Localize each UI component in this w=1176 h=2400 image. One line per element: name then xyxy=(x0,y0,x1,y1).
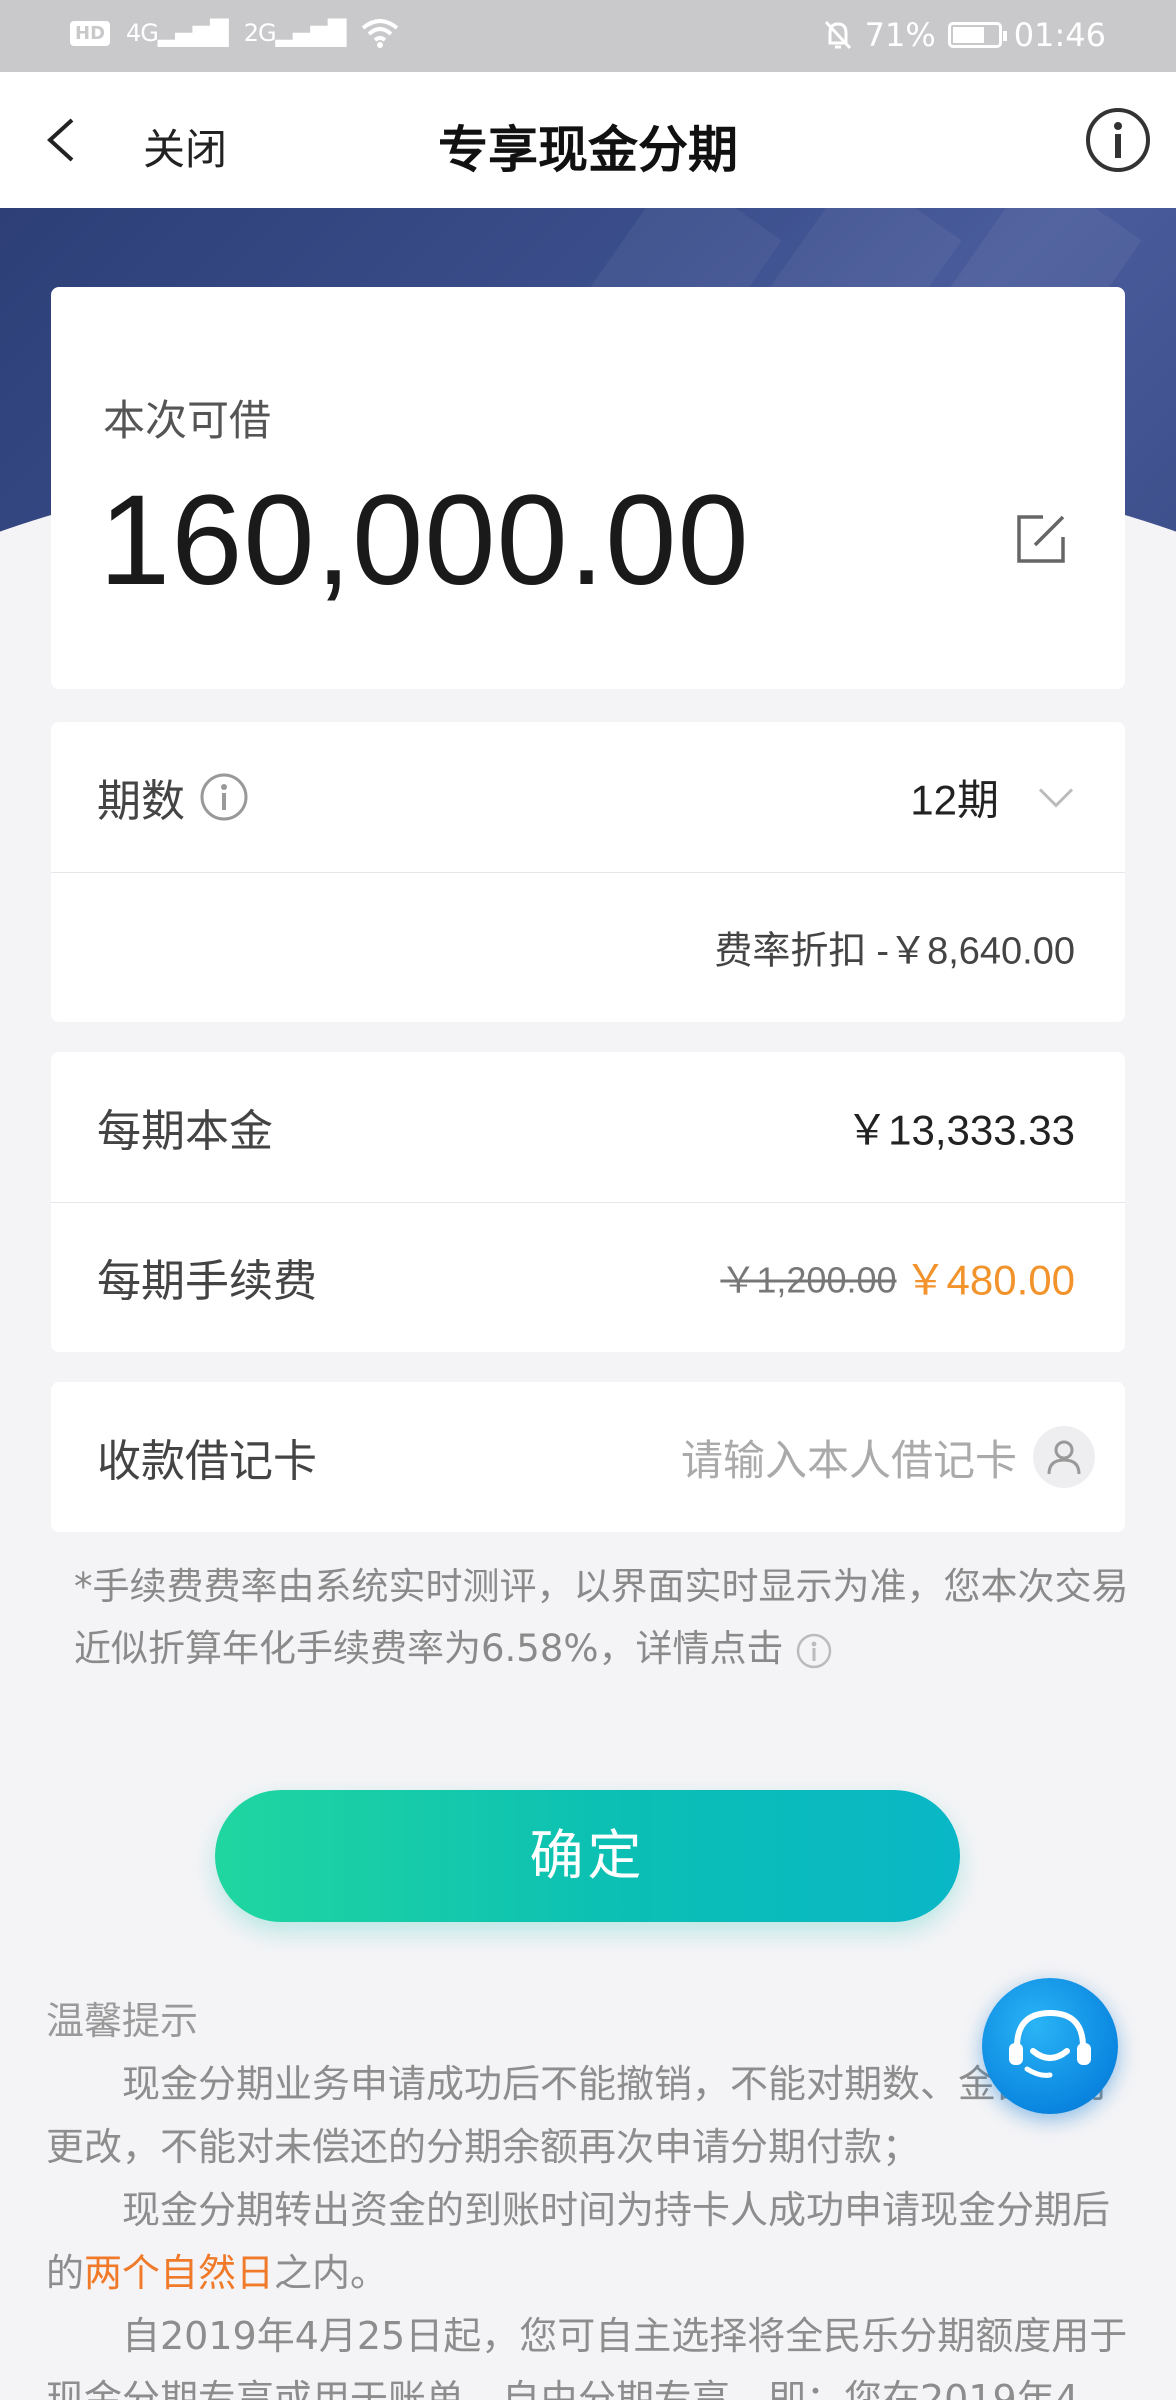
principal-label: 每期本金 xyxy=(97,1106,273,1157)
edit-icon[interactable] xyxy=(1013,511,1069,567)
tips-paragraph-2: 现金分期转出资金的到账时间为持卡人成功申请现金分期后的两个自然日之内。 xyxy=(46,2188,1111,2295)
wifi-icon xyxy=(362,19,399,48)
principal-value: ￥13,333.33 xyxy=(846,1106,1075,1154)
tips-highlight: 两个自然日 xyxy=(84,2251,275,2295)
mute-bell-icon xyxy=(824,20,851,50)
headset-icon xyxy=(1009,2009,1091,2078)
discount-value: -￥8,640.00 xyxy=(876,930,1075,973)
fee-rate-note-text: *手续费费率由系统实时测评，以界面实时显示为准，您本次交易近似折算年化手续费率为… xyxy=(74,1565,1129,1670)
fee-label: 每期手续费 xyxy=(97,1256,317,1307)
contact-icon[interactable] xyxy=(1033,1426,1095,1488)
discount-row: 费率折扣 -￥8,640.00 xyxy=(51,872,1125,1022)
hd-badge: HD xyxy=(70,20,111,46)
fee-original: ￥1,200.00 xyxy=(720,1259,897,1300)
clock: 01:46 xyxy=(1013,16,1106,54)
confirm-button[interactable]: 确定 xyxy=(215,1790,960,1922)
top-nav: 关闭 专享现金分期 xyxy=(0,72,1176,208)
customer-service-button[interactable] xyxy=(982,1978,1118,2114)
tips-section: 温馨提示 现金分期业务申请成功后不能撤销，不能对期数、金额进行更改，不能对未偿还… xyxy=(46,1990,1136,2400)
fee-rate-note: *手续费费率由系统实时测评，以界面实时显示为准，您本次交易近似折算年化手续费率为… xyxy=(74,1556,1154,1680)
battery-percent: 71% xyxy=(864,16,936,54)
fee-card: 每期本金 ￥13,333.33 每期手续费 ￥1,200.00 ￥480.00 xyxy=(51,1052,1125,1352)
tips-paragraph-1: 现金分期业务申请成功后不能撤销，不能对期数、金额进行更改，不能对未偿还的分期余额… xyxy=(46,2062,1111,2169)
amount-value: 160,000.00 xyxy=(99,469,750,612)
fee-row: 每期手续费 ￥1,200.00 ￥480.00 xyxy=(51,1202,1125,1352)
tips-title: 温馨提示 xyxy=(46,1999,199,2043)
details-info-icon[interactable] xyxy=(795,1632,833,1670)
info-small-icon[interactable] xyxy=(199,772,249,822)
period-label: 期数 xyxy=(97,776,185,827)
principal-row: 每期本金 ￥13,333.33 xyxy=(51,1052,1125,1202)
chevron-down-icon[interactable] xyxy=(1037,785,1075,809)
status-bar: HD 4G▂▄▆█ 2G▂▄▆█ 71% 01:46 xyxy=(0,0,1176,72)
period-value: 12期 xyxy=(910,776,999,824)
discount-label: 费率折扣 xyxy=(714,930,867,973)
signal-4g: 4G▂▄▆█ xyxy=(126,19,229,47)
info-icon[interactable] xyxy=(1084,106,1152,174)
signal-2g: 2G▂▄▆█ xyxy=(243,19,347,47)
debit-card-input[interactable]: 请输入本人借记卡 xyxy=(681,1427,1017,1488)
fee-value: ￥480.00 xyxy=(904,1256,1075,1304)
battery-icon xyxy=(947,22,1007,48)
debit-label: 收款借记卡 xyxy=(97,1436,317,1487)
amount-label: 本次可借 xyxy=(103,396,272,445)
tips-paragraph-3: 自2019年4月25日起，您可自主选择将全民乐分期额度用于现金分期专享或用于账单… xyxy=(46,2314,1128,2400)
debit-card-row[interactable]: 收款借记卡 请输入本人借记卡 xyxy=(51,1382,1125,1532)
period-selector[interactable]: 期数 12期 xyxy=(51,722,1125,872)
period-card: 期数 12期 费率折扣 -￥8,640.00 xyxy=(51,722,1125,1022)
page-title: 专享现金分期 xyxy=(438,121,738,179)
amount-card: 本次可借 160,000.00 xyxy=(51,287,1125,689)
